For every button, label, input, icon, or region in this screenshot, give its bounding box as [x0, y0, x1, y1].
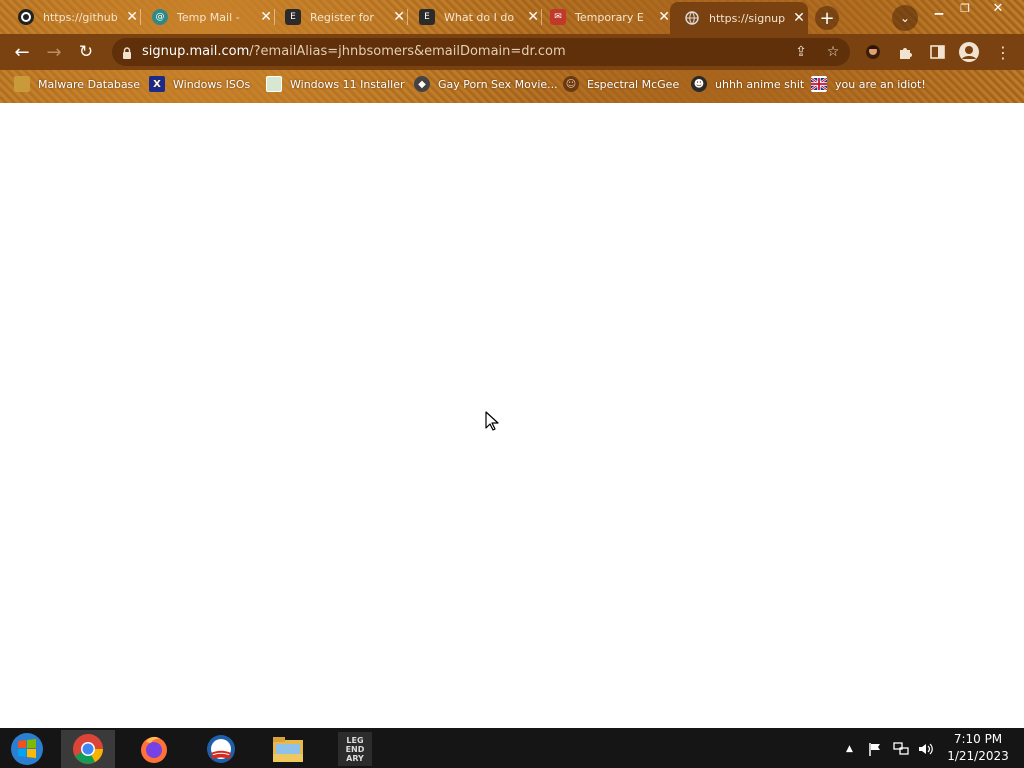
system-clock[interactable]: 7:10 PM 1/21/2023 [940, 731, 1016, 765]
bookmark-label: Windows ISOs [173, 77, 251, 91]
x-icon: X [149, 76, 165, 92]
tab-temporary-email[interactable]: ✉ Temporary E ✕ [532, 4, 672, 30]
clock-time: 7:10 PM [953, 732, 1003, 746]
bookmark-windows-11-installer[interactable]: Windows 11 Installer [266, 76, 405, 92]
taskbar-obama-icon[interactable] [194, 730, 248, 768]
side-panel-icon[interactable] [928, 43, 946, 61]
flag-icon [811, 76, 827, 92]
tab-title: What do I do [444, 10, 515, 24]
globe-icon [684, 10, 700, 26]
new-tab-button[interactable]: + [815, 6, 839, 30]
temporary-email-icon: ✉ [550, 9, 566, 25]
profile-icon[interactable] [958, 42, 980, 62]
volume-icon[interactable] [918, 742, 934, 756]
bookmark-label: Gay Porn Sex Movie... [438, 77, 558, 91]
reload-button[interactable]: ↻ [74, 40, 98, 64]
url-text[interactable]: signup.mail.com/?emailAlias=jhnbsomers&e… [142, 44, 566, 59]
epic-games-icon: E [285, 9, 301, 25]
tab-search-button[interactable]: ⌄ [892, 5, 918, 31]
temp-mail-icon: @ [152, 9, 168, 25]
puzzle-icon[interactable] [896, 43, 914, 61]
bookmark-you-are-an-idiot[interactable]: you are an idiot! [811, 76, 926, 92]
more-menu-icon[interactable]: ⋮ [994, 43, 1012, 62]
github-icon [18, 9, 34, 25]
close-icon[interactable]: ✕ [791, 10, 807, 26]
taskbar-firefox-icon[interactable] [127, 730, 181, 768]
start-button[interactable] [0, 730, 54, 768]
taskbar-chrome-icon[interactable] [61, 730, 115, 768]
bookmark-windows-isos[interactable]: X Windows ISOs [149, 76, 250, 92]
share-icon[interactable]: ⇪ [792, 43, 810, 61]
back-button[interactable]: ← [10, 40, 34, 64]
tab-temp-mail[interactable]: @ Temp Mail - ✕ [134, 4, 275, 30]
bookmark-site[interactable]: ◆ Gay Porn Sex Movie... [414, 76, 558, 92]
bookmark-label: uhhh anime shit [715, 77, 805, 91]
page-content[interactable] [0, 103, 1024, 728]
close-window-button[interactable]: ✕ [984, 0, 1012, 17]
tab-signup-active[interactable]: https://signup ✕ [670, 2, 808, 34]
bookmark-label: you are an idiot! [835, 77, 926, 91]
extension-avatar-icon[interactable] [864, 43, 882, 61]
mouse-cursor-icon [485, 411, 499, 435]
show-hidden-icons-icon[interactable]: ▲ [846, 742, 853, 756]
site-icon: ◆ [414, 76, 430, 92]
tab-title: Register for [310, 10, 374, 24]
url-host: signup.mail.com [142, 44, 250, 59]
bookmark-label: Malware Database [38, 77, 141, 91]
clock-date: 1/21/2023 [947, 749, 1009, 763]
folder-icon [14, 76, 30, 92]
tab-what-do-i-do[interactable]: E What do I do ✕ [401, 4, 542, 30]
tab-strip: https://github ✕ @ Temp Mail - ✕ E Regis… [0, 0, 1024, 34]
minimize-button[interactable]: ▁ [928, 0, 950, 17]
character-icon: ☺ [563, 76, 579, 92]
taskbar-file-explorer-icon[interactable] [261, 730, 315, 768]
restore-button[interactable]: ❐ [954, 0, 976, 17]
tab-title: https://github [43, 10, 118, 24]
bookmark-espectral-mcgee[interactable]: ☺ Espectral McGee [563, 76, 679, 92]
epic-games-icon: E [419, 9, 435, 25]
bookmark-malware-database[interactable]: Malware Database [14, 76, 140, 92]
action-center-flag-icon[interactable] [868, 742, 882, 756]
tab-title: https://signup [709, 11, 785, 25]
tab-title: Temp Mail - [177, 10, 240, 24]
tab-title: Temporary E [575, 10, 644, 24]
tab-github[interactable]: https://github ✕ [0, 4, 141, 30]
network-icon[interactable] [893, 742, 909, 756]
image-icon [266, 76, 282, 92]
bookmark-label: Espectral McGee [587, 77, 680, 91]
star-icon[interactable]: ☆ [824, 43, 842, 61]
bookmark-label: Windows 11 Installer [290, 77, 405, 91]
anime-icon: ☻ [691, 76, 707, 92]
url-path: /?emailAlias=jhnbsomers&emailDomain=dr.c… [249, 44, 566, 59]
bookmark-anime[interactable]: ☻ uhhh anime shit [691, 76, 804, 92]
lock-icon[interactable] [122, 45, 132, 59]
forward-button[interactable]: → [42, 40, 66, 64]
taskbar-legendary-icon[interactable]: LEG END ARY [328, 730, 382, 768]
legendary-label: LEG END ARY [338, 732, 372, 766]
tab-register[interactable]: E Register for ✕ [267, 4, 408, 30]
